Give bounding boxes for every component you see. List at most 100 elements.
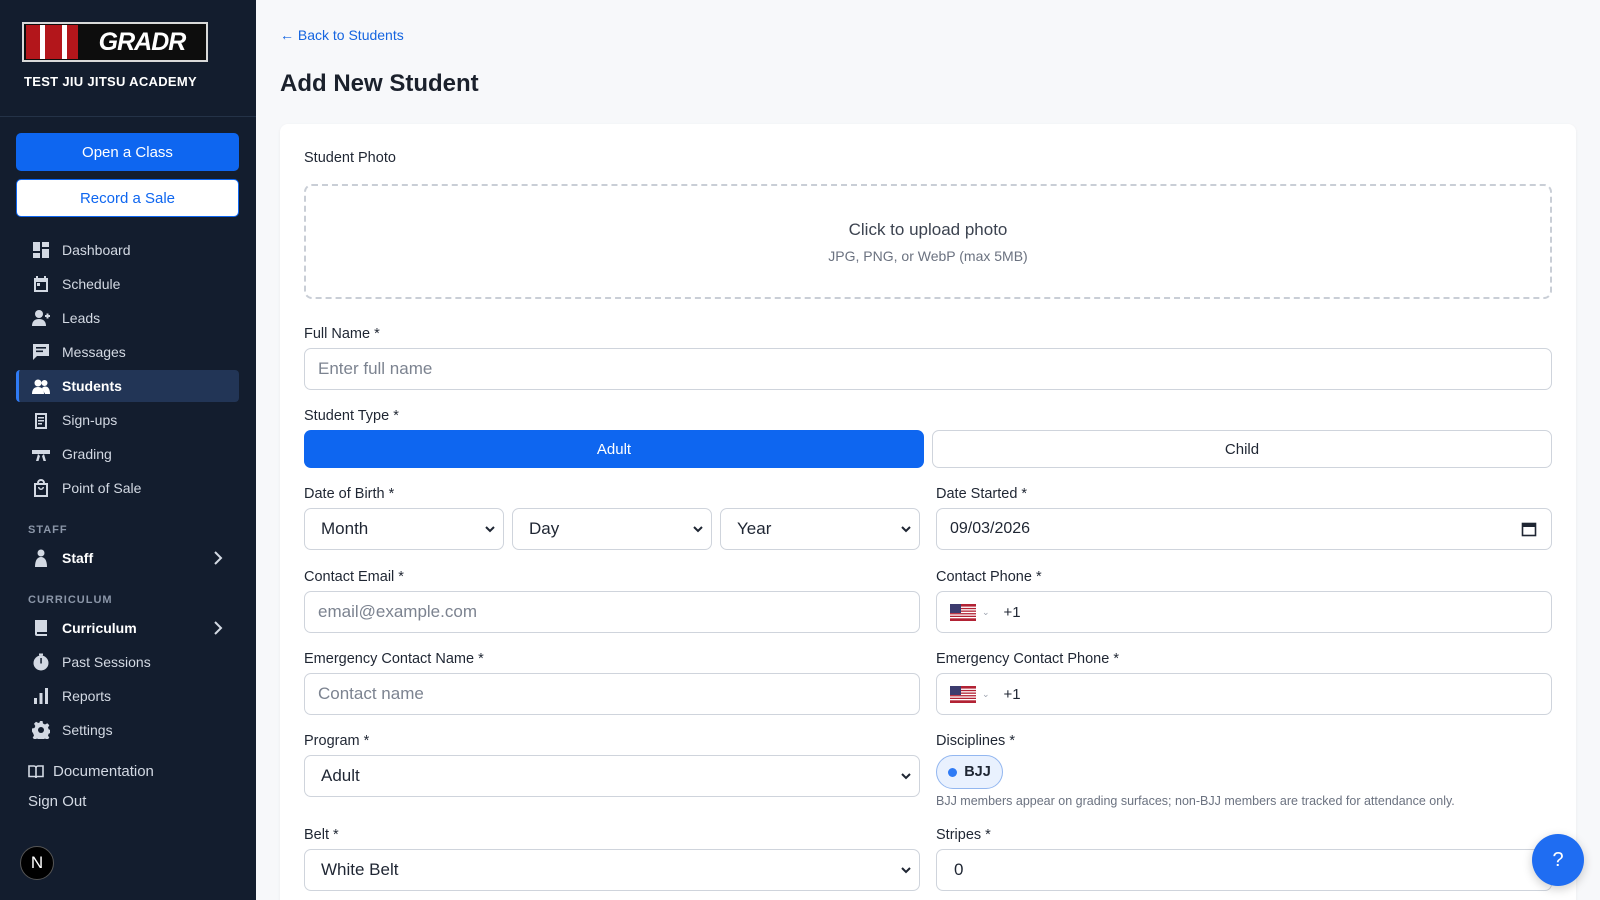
disciplines-label: Disciplines * [936,733,1015,749]
chip-label: BJJ [964,764,991,780]
sidebar-item-label: Students [62,378,122,394]
gradr-logo[interactable]: GRADR [22,22,208,62]
documentation-label: Documentation [53,763,154,780]
emergency-phone-label: Emergency Contact Phone * [936,651,1119,667]
sidebar-item-leads[interactable]: Leads [16,302,239,334]
phone-code: +1 [1003,603,1021,621]
sidebar-item-label: Leads [62,310,101,326]
full-name-label: Full Name * [304,326,380,342]
open-book-icon [28,764,44,778]
student-photo-label: Student Photo [304,150,396,166]
emergency-name-input[interactable]: Contact name [304,673,920,715]
record-sale-button[interactable]: Record a Sale [16,179,239,217]
sidebar-item-staff[interactable]: Staff [16,542,239,574]
program-label: Program * [304,733,370,749]
chevron-down-icon [693,526,703,533]
calendar-icon[interactable] [1521,521,1537,537]
date-started-value: 09/03/2026 [950,520,1031,537]
student-type-adult-button[interactable]: Adult [304,430,924,468]
belt-label: Belt * [304,827,339,843]
sidebar: GRADR TEST JIU JITSU ACADEMY Open a Clas… [0,0,256,900]
full-name-input[interactable]: Enter full name [304,348,1552,390]
stripes-input[interactable]: 0 [936,849,1552,891]
sidebar-item-dashboard[interactable]: Dashboard [16,234,239,266]
open-class-button[interactable]: Open a Class [16,133,239,171]
back-to-students-link[interactable]: ← Back to Students [280,27,404,43]
emergency-phone-input[interactable]: ⌄ +1 [936,673,1552,715]
sign-out-link[interactable]: Sign Out [28,793,86,810]
chevron-down-icon [485,526,495,533]
stripes-label: Stripes * [936,827,991,843]
section-curriculum: CURRICULUM [28,594,113,606]
country-caret-icon: ⌄ [982,688,990,699]
upload-hint: JPG, PNG, or WebP (max 5MB) [828,248,1028,264]
sidebar-item-label: Curriculum [62,620,137,636]
sidebar-item-label: Point of Sale [62,480,142,496]
bar-chart-icon [34,688,48,704]
sidebar-item-sign-ups[interactable]: Sign-ups [16,404,239,436]
sidebar-item-label: Messages [62,344,126,360]
clipboard-icon [35,413,47,429]
dashboard-icon [33,242,49,258]
photo-upload-dropzone[interactable]: Click to upload photo JPG, PNG, or WebP … [304,184,1552,299]
book-icon [35,620,47,636]
student-type-child-button[interactable]: Child [932,430,1552,468]
avatar[interactable]: N [20,846,54,880]
bag-icon [34,479,48,497]
chevron-right-icon [214,551,223,565]
sidebar-item-students[interactable]: Students [16,370,239,402]
person-icon [35,549,47,567]
country-caret-icon: ⌄ [982,606,990,617]
sidebar-divider [0,116,256,117]
discipline-chip-bjj[interactable]: BJJ [936,755,1003,789]
help-button[interactable]: ? [1532,834,1584,886]
dob-year-value: Year [737,519,772,538]
sidebar-item-curriculum[interactable]: Curriculum [16,612,239,644]
contact-phone-label: Contact Phone * [936,569,1042,585]
sidebar-item-reports[interactable]: Reports [16,680,239,712]
users-icon [32,379,50,394]
belt-select[interactable]: White Belt [304,849,920,891]
sidebar-item-label: Reports [62,688,112,704]
belt-value: White Belt [321,860,399,879]
contact-phone-input[interactable]: ⌄ +1 [936,591,1552,633]
phone-code: +1 [1003,685,1021,703]
program-value: Adult [321,766,360,785]
contact-email-input[interactable]: email@example.com [304,591,920,633]
sidebar-item-messages[interactable]: Messages [16,336,239,368]
documentation-link[interactable]: Documentation [28,763,154,780]
dob-label: Date of Birth * [304,486,395,502]
us-flag-icon[interactable] [950,603,976,621]
timer-icon [33,653,49,671]
gear-icon [32,721,50,739]
logo-text: GRADR [98,27,187,56]
academy-name: TEST JIU JITSU ACADEMY [24,74,197,89]
sidebar-item-schedule[interactable]: Schedule [16,268,239,300]
sidebar-item-label: Dashboard [62,242,131,258]
chevron-down-icon [901,773,911,780]
belt-icon [32,450,50,461]
dob-day-select[interactable]: Day [512,508,712,550]
sidebar-item-label: Past Sessions [62,654,151,670]
disciplines-hint: BJJ members appear on grading surfaces; … [936,794,1455,808]
sidebar-item-label: Grading [62,446,112,462]
calendar-icon [34,276,48,292]
chip-dot [948,767,958,777]
date-started-input[interactable]: 09/03/2026 [936,508,1552,550]
dob-month-select[interactable]: Month [304,508,504,550]
sidebar-item-label: Sign-ups [62,412,118,428]
sidebar-item-settings[interactable]: Settings [16,714,239,746]
page-title: Add New Student [280,70,479,97]
sidebar-item-grading[interactable]: Grading [16,438,239,470]
logo-mark [26,25,78,59]
sidebar-item-point-of-sale[interactable]: Point of Sale [16,472,239,504]
program-select[interactable]: Adult [304,755,920,797]
sidebar-item-past-sessions[interactable]: Past Sessions [16,646,239,678]
us-flag-icon[interactable] [950,685,976,703]
contact-email-label: Contact Email * [304,569,404,585]
sidebar-item-label: Schedule [62,276,121,292]
date-started-label: Date Started * [936,486,1028,502]
student-type-label: Student Type * [304,408,399,424]
dob-year-select[interactable]: Year [720,508,920,550]
dob-month-value: Month [321,519,369,538]
